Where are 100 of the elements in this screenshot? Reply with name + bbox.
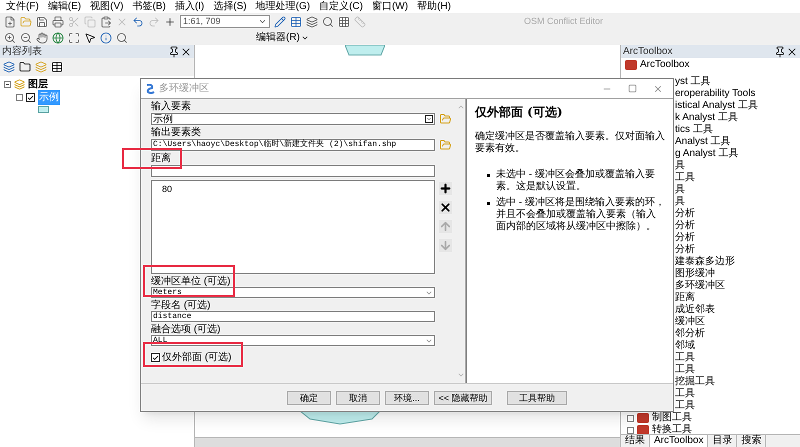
window-title: 多环缓冲区 [159,82,210,96]
close-icon[interactable] [180,46,192,58]
tree-item[interactable]: istical Analyst 工具 [675,100,758,112]
paste-icon[interactable] [100,16,112,28]
grid-icon[interactable] [338,16,350,28]
globe-icon[interactable] [52,32,64,44]
list-item[interactable]: 80 [162,183,434,195]
horizontal-scrollbar[interactable] [195,437,620,447]
tree-item[interactable]: ArcToolbox [640,59,690,71]
dropdown-field[interactable]: 示例 [151,113,435,125]
menu-item[interactable]: 选择(S) [213,0,247,12]
tree-item[interactable]: 缓冲区 [675,316,705,328]
menu-item[interactable]: 文件(F) [6,0,39,12]
tree-item[interactable]: 工具 [675,364,695,376]
tree-item[interactable]: 具 [675,196,685,208]
tree-item[interactable]: 分析 [675,208,695,220]
input-field[interactable] [151,165,435,177]
dialog-button[interactable]: 工具帮助 [507,390,567,404]
dropdown-caret-icon[interactable] [425,115,433,123]
tree-item[interactable]: 邻域 [675,340,695,352]
input-field[interactable]: distance [151,311,435,322]
tree-item[interactable]: 成近邻表 [675,304,715,316]
tree-item[interactable]: 转换工具 [652,424,692,434]
annotation-frame [122,148,182,169]
pan-hand-icon[interactable] [36,32,48,44]
toolbar-label: OSM Conflict Editor [524,14,604,28]
input-field[interactable]: C:\Users\haoyc\Desktop\临时\新建文件夹 (2)\shifan.shp [151,139,435,151]
tree-item[interactable]: Analyst 工具 [675,136,731,148]
menu-item[interactable]: 插入(I) [174,0,204,12]
panel-tab[interactable]: 目录 [708,435,738,447]
select-pointer-icon[interactable] [84,32,96,44]
tree-item[interactable]: yst 工具 [675,76,711,88]
checkbox[interactable] [151,353,160,362]
toolbox-icon [625,60,637,70]
new-document-icon[interactable] [4,16,16,28]
close-icon[interactable] [786,46,798,58]
tree-item[interactable]: 挖掘工具 [675,376,715,388]
menu-item[interactable]: 视图(V) [90,0,124,12]
help-text: 选中 - 缓冲区将是围绕输入要素的环，并且不会叠加或覆盖输入要素（输入面内部的区域将从缓冲区中擦除）。 [496,197,665,233]
search-icon[interactable] [322,16,334,28]
tree-item[interactable]: 图形缓冲 [675,268,715,280]
undo-icon[interactable] [132,16,144,28]
find-icon[interactable] [116,32,128,44]
menu-item[interactable]: 帮助(H) [417,0,451,12]
toolbox-icon [637,425,649,434]
expand-toggle[interactable] [16,94,23,101]
tree-item[interactable]: 分析 [675,232,695,244]
tool-icon [145,84,155,94]
dialog-button[interactable]: 取消 [336,390,380,404]
tree-item[interactable]: 多环缓冲区 [675,280,725,292]
panel-tab[interactable]: ArcToolbox [650,435,708,447]
tree-item[interactable]: 分析 [675,244,695,256]
tree-item[interactable]: 工具 [675,172,695,184]
pin-icon[interactable] [774,46,786,58]
expand-toggle[interactable] [4,81,11,88]
menu-item[interactable]: 编辑(E) [48,0,82,12]
dialog-button[interactable]: 确定 [287,390,331,404]
pin-icon[interactable] [168,46,180,58]
zoom-in-icon[interactable] [4,32,16,44]
dropdown-field[interactable]: Meters [151,287,435,298]
tree-item[interactable]: 工具 [675,352,695,364]
full-extent-icon[interactable] [68,32,80,44]
dialog-button[interactable]: << 隐藏帮助 [434,390,492,404]
field-label: 距离 [151,153,172,165]
tree-item[interactable]: g Analyst 工具 [675,148,738,160]
tree-item[interactable]: 建泰森多边形 [675,256,735,268]
menu-item[interactable]: 地理处理(G) [256,0,310,12]
tree-item[interactable]: 制图工具 [652,412,692,424]
identify-icon[interactable] [100,32,112,44]
printer-icon[interactable] [52,16,64,28]
layer-checkbox[interactable] [26,93,35,102]
maximize-icon[interactable] [628,84,637,93]
dialog-button[interactable]: 环境... [385,390,429,404]
zoom-out-icon[interactable] [20,32,32,44]
tree-item[interactable]: 分析 [675,220,695,232]
menu-item[interactable]: 书签(B) [132,0,166,12]
tree-item[interactable]: 工具 [675,400,695,412]
tree-item[interactable]: 具 [675,184,685,196]
add-data-icon[interactable] [164,16,176,28]
tree-item[interactable]: 具 [675,160,685,172]
panel-tab[interactable]: 搜索 [737,435,766,447]
table-icon[interactable] [290,16,302,28]
save-icon[interactable] [36,16,48,28]
remove-icon[interactable] [439,201,452,214]
editor-menu[interactable]: 编辑器(R) [256,32,309,44]
tree-item[interactable]: eroperability Tools [675,88,756,100]
dropdown-field[interactable]: ALL [151,335,435,346]
add-icon[interactable] [439,182,452,195]
scale-field[interactable]: 1:61, 709 [180,15,270,28]
tree-item[interactable]: 距离 [675,292,695,304]
tree-item[interactable]: 工具 [675,388,695,400]
tree-item[interactable]: 邻分析 [675,328,705,340]
tree-item[interactable]: tics 工具 [675,124,713,136]
menu-item[interactable]: 窗口(W) [372,0,408,12]
menu-item[interactable]: 自定义(C) [319,0,363,12]
dropdown-caret-icon[interactable] [258,17,267,26]
tree-item[interactable]: 图层 [28,77,48,92]
field-label: 融合选项 (可选) [151,324,222,335]
tree-item[interactable]: k Analyst 工具 [675,112,738,124]
editor-toolbar-icon[interactable] [274,16,286,28]
